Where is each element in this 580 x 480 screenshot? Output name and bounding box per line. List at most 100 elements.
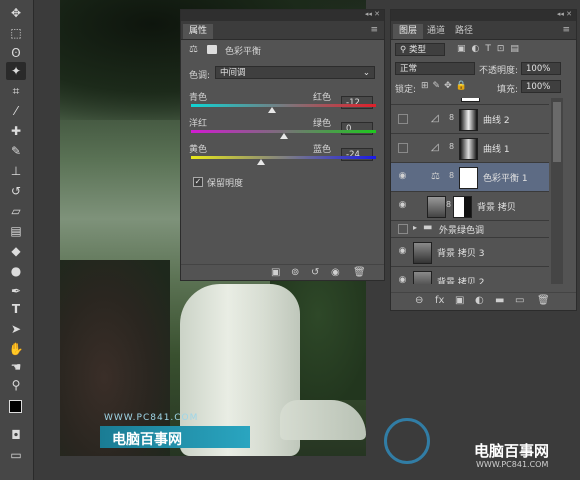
crop-tool-icon[interactable]: ⌗ <box>6 82 26 100</box>
layer-thumbnail <box>461 98 480 102</box>
lasso-tool-icon[interactable]: ʘ <box>6 44 26 62</box>
reset-icon[interactable]: ↺ <box>311 267 319 278</box>
new-layer-icon[interactable]: ▭ <box>515 295 524 306</box>
hand-tool-icon[interactable]: ☚ <box>6 358 26 376</box>
link-layers-icon[interactable]: ⊖ <box>415 295 423 306</box>
properties-panel-header[interactable]: ◂◂ ✕ <box>181 10 384 21</box>
brand-logo-icon <box>384 418 430 464</box>
tone-select[interactable]: 中间调 ⌄ <box>215 66 375 79</box>
properties-tabbar: 属性 ≡ <box>181 21 384 40</box>
delete-icon[interactable]: 🗑 <box>353 267 366 278</box>
dress-train <box>280 400 366 440</box>
tab-properties[interactable]: 属性 <box>183 24 214 39</box>
fill-label: 填充: <box>497 85 519 95</box>
brand-url: WWW.PC841.COM <box>476 460 549 469</box>
layer-row-partial[interactable] <box>391 98 549 105</box>
clip-to-layer-icon[interactable]: ▣ <box>271 267 280 278</box>
magenta-green-value[interactable]: 0 <box>341 122 373 135</box>
layers-menu-icon[interactable]: ≡ <box>562 25 570 35</box>
eye-icon[interactable]: ◉ <box>397 171 408 182</box>
opacity-input[interactable]: 100% <box>521 62 561 75</box>
layer-filter-icons[interactable]: ▣◐T⊡▤ <box>457 44 525 54</box>
mask-icon[interactable] <box>207 45 217 54</box>
adjustment-layer-icon[interactable]: ◐ <box>475 295 484 306</box>
layer-row-group[interactable]: ▸ ▬ 外景绿色调 <box>391 221 549 238</box>
brush-tool-icon[interactable]: ✎ <box>6 142 26 160</box>
fx-icon[interactable]: fx <box>435 295 444 306</box>
layers-collapse-icon[interactable]: ◂◂ ✕ <box>557 10 572 18</box>
filter-kind-value: 类型 <box>408 45 426 55</box>
fill-input[interactable]: 100% <box>521 80 561 93</box>
history-brush-tool-icon[interactable]: ↺ <box>6 182 26 200</box>
cyan-red-slider[interactable] <box>191 104 376 107</box>
foreground-color-swatch[interactable] <box>9 400 22 413</box>
slider-blue-label: 蓝色 <box>313 145 332 155</box>
chevron-down-icon: ⌄ <box>362 68 370 78</box>
move-tool-icon[interactable]: ✥ <box>6 4 26 22</box>
eye-icon[interactable]: ◉ <box>397 275 408 284</box>
preserve-luminosity-checkbox[interactable]: ✓ <box>193 177 203 187</box>
filter-kind-select[interactable]: ⚲ 类型 <box>395 43 445 56</box>
layer-row-background-copy[interactable]: ◉ 8 背景 拷贝 <box>391 192 549 221</box>
eyedropper-tool-icon[interactable]: ⁄ <box>6 102 26 120</box>
blur-tool-icon[interactable]: ◆ <box>6 242 26 260</box>
layers-scrollbar[interactable] <box>551 98 563 284</box>
lock-icons[interactable]: ⊞✎✥🔒 <box>421 81 471 91</box>
clone-stamp-tool-icon[interactable]: ⊥ <box>6 162 26 180</box>
pen-tool-icon[interactable]: ✒ <box>6 282 26 300</box>
slider-green-label: 绿色 <box>313 119 332 129</box>
layer-name: 外景绿色调 <box>439 226 485 236</box>
panel-menu-icon[interactable]: ≡ <box>370 25 378 35</box>
delete-layer-icon[interactable]: 🗑 <box>537 295 550 306</box>
visibility-toggle[interactable] <box>398 224 408 234</box>
layer-row-background-copy-3[interactable]: ◉ 背景 拷贝 3 <box>391 238 549 267</box>
layer-thumbnail <box>427 196 446 218</box>
collapse-icon[interactable]: ◂◂ ✕ <box>365 10 380 18</box>
view-previous-icon[interactable]: ⊚ <box>291 267 299 278</box>
visibility-toggle[interactable] <box>398 143 408 153</box>
balance-scale-icon: ⚖ <box>189 44 198 55</box>
yellow-blue-value[interactable]: -24 <box>341 148 373 161</box>
slider-cyan-label: 青色 <box>189 93 208 103</box>
path-selection-tool-icon[interactable]: ➤ <box>6 320 26 338</box>
new-group-icon[interactable]: ▬ <box>495 295 504 306</box>
layer-row-background-copy-2[interactable]: ◉ 背景 拷贝 2 <box>391 267 549 284</box>
gradient-tool-icon[interactable]: ▤ <box>6 222 26 240</box>
yellow-blue-slider[interactable] <box>191 156 376 159</box>
tab-paths[interactable]: 路径 <box>449 24 479 39</box>
layer-row-color-balance-1[interactable]: ◉ ⚖ 8 色彩平衡 1 <box>391 163 549 192</box>
magenta-green-slider-thumb[interactable] <box>279 133 288 139</box>
healing-brush-tool-icon[interactable]: ✚ <box>6 122 26 140</box>
scrollbar-thumb[interactable] <box>553 102 561 162</box>
cyan-red-slider-thumb[interactable] <box>268 107 277 113</box>
yellow-blue-slider-thumb[interactable] <box>257 159 266 165</box>
curves-icon: ◿ <box>431 113 439 124</box>
quick-mask-icon[interactable]: ◘ <box>6 426 26 444</box>
search-icon: ⚲ <box>400 45 409 55</box>
blend-mode-select[interactable]: 正常 <box>395 62 475 75</box>
cyan-red-value[interactable]: -12 <box>341 96 373 109</box>
tab-layers[interactable]: 图层 <box>393 24 424 39</box>
layers-footer: ⊖ fx ▣ ◐ ▬ ▭ 🗑 <box>391 292 576 309</box>
marquee-tool-icon[interactable]: ⬚ <box>6 24 26 42</box>
dodge-tool-icon[interactable]: ● <box>6 262 26 280</box>
type-tool-icon[interactable]: T <box>6 300 26 318</box>
zoom-tool-icon[interactable]: ⚲ <box>6 376 26 394</box>
magic-wand-tool-icon[interactable]: ✦ <box>6 62 26 80</box>
chevron-right-icon[interactable]: ▸ <box>413 223 417 232</box>
eye-icon[interactable]: ◉ <box>397 246 408 257</box>
tab-channels[interactable]: 通道 <box>421 24 451 39</box>
layer-row-curves-1[interactable]: ◿ 8 曲线 1 <box>391 134 549 163</box>
slider-red-label: 红色 <box>313 93 332 103</box>
layer-row-curves-2[interactable]: ◿ 8 曲线 2 <box>391 105 549 134</box>
screen-mode-icon[interactable]: ▭ <box>6 446 26 464</box>
add-mask-icon[interactable]: ▣ <box>455 295 464 306</box>
slider-yellow-label: 黄色 <box>189 145 208 155</box>
eraser-tool-icon[interactable]: ▱ <box>6 202 26 220</box>
layer-name: 背景 拷贝 2 <box>437 278 485 284</box>
visibility-icon[interactable]: ◉ <box>331 267 340 278</box>
shape-tool-icon[interactable]: ✋ <box>6 340 26 358</box>
layers-panel-header[interactable]: ◂◂ ✕ <box>391 10 576 21</box>
eye-icon[interactable]: ◉ <box>397 200 408 211</box>
visibility-toggle[interactable] <box>398 114 408 124</box>
